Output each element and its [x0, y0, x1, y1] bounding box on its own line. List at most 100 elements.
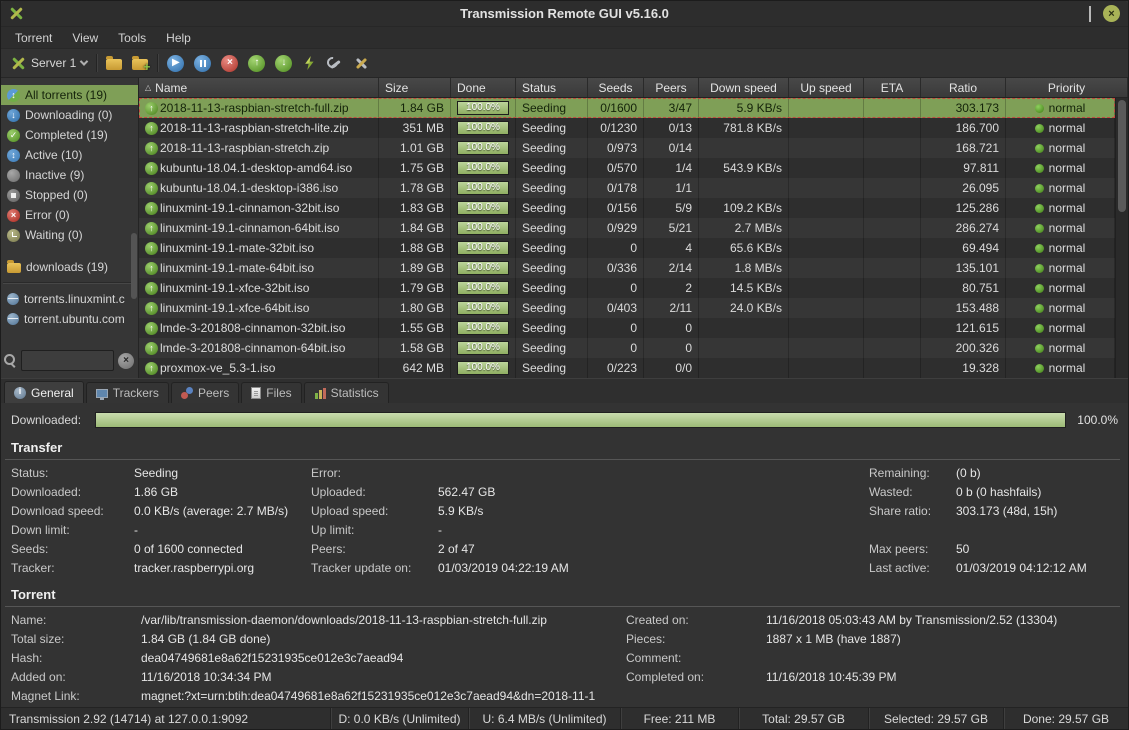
add-torrent-button[interactable]	[101, 51, 127, 75]
column-header-eta[interactable]: ETA	[864, 78, 921, 97]
priority-dot-icon	[1034, 123, 1044, 133]
column-header-seeds[interactable]: Seeds	[588, 78, 644, 97]
move-up-button[interactable]: ↑	[243, 51, 270, 75]
torrent-row[interactable]: ↑ 2018-11-13-raspbian-stretch-lite.zip 351…	[139, 118, 1115, 138]
torrent-row[interactable]: ↑ kubuntu-18.04.1-desktop-amd64.iso 1.75 G…	[139, 158, 1115, 178]
tab-files[interactable]: Files	[241, 382, 302, 403]
main-area: ↕ All torrents (19) ↓ Downloading (0) ✓ Compl…	[1, 78, 1128, 378]
tab-trackers[interactable]: Trackers	[85, 382, 169, 403]
alt-speed-button[interactable]	[297, 51, 321, 75]
restore-button[interactable]	[1089, 5, 1091, 22]
sidebar-tracker-item[interactable]: torrent.ubuntu.com	[1, 309, 138, 329]
column-header-status[interactable]: Status	[516, 78, 588, 97]
column-header-priority[interactable]: Priority	[1006, 78, 1128, 97]
clear-search-button[interactable]: ×	[118, 352, 134, 369]
sidebar-filter-completed[interactable]: ✓ Completed (19)	[1, 125, 138, 145]
sidebar-scrollbar-thumb[interactable]	[131, 233, 137, 299]
column-header-ratio[interactable]: Ratio	[921, 78, 1006, 97]
cell-done: 100.0%	[451, 298, 516, 318]
sidebar-filter-error[interactable]: × Error (0)	[1, 205, 138, 225]
pause-torrent-button[interactable]	[189, 51, 216, 75]
cell-size: 1.83 GB	[379, 198, 451, 218]
done-percent: 100.0%	[466, 142, 500, 153]
field-value[interactable]: magnet:?xt=urn:btih:dea04749681e8a62f152…	[141, 689, 1128, 703]
remove-torrent-button[interactable]: ×	[216, 51, 243, 75]
torrent-row[interactable]: ↑ linuxmint-19.1-mate-64bit.iso 1.89 GB 100…	[139, 258, 1115, 278]
torrent-name: 2018-11-13-raspbian-stretch-lite.zip	[160, 121, 349, 135]
torrent-row[interactable]: ↑ kubuntu-18.04.1-desktop-i386.iso 1.78 GB…	[139, 178, 1115, 198]
title-bar[interactable]: Transmission Remote GUI v5.16.0 ×	[1, 1, 1128, 27]
priority-label: normal	[1048, 241, 1086, 255]
menu-item-view[interactable]: View	[62, 29, 108, 47]
error-icon: ×	[7, 208, 20, 222]
tab-peers[interactable]: Peers	[170, 382, 240, 403]
field-value: Seeding	[134, 465, 179, 480]
field-value: 11/16/2018 05:03:43 AM by Transmission/2…	[766, 612, 1058, 627]
tab-label: Trackers	[112, 386, 159, 400]
cell-ratio: 69.494	[921, 238, 1006, 258]
torrent-row[interactable]: ↑ linuxmint-19.1-mate-32bit.iso 1.88 GB 100…	[139, 238, 1115, 258]
torrent-row[interactable]: ↑ linuxmint-19.1-cinnamon-64bit.iso 1.84 G…	[139, 218, 1115, 238]
table-header: △ Name Size Done Status Seeds Peers Down speed U…	[139, 78, 1128, 98]
start-torrent-button[interactable]: ▶	[162, 51, 189, 75]
sidebar-folder-downloads[interactable]: downloads (19)	[1, 257, 138, 277]
sidebar-filter-inactive[interactable]: Inactive (9)	[1, 165, 138, 185]
column-header-name[interactable]: △ Name	[139, 78, 379, 97]
tab-general[interactable]: General	[4, 381, 84, 403]
column-header-done[interactable]: Done	[451, 78, 516, 97]
sidebar-filter-downloading[interactable]: ↓ Downloading (0)	[1, 105, 138, 125]
torrent-row[interactable]: ↑ proxmox-ve_5.3-1.iso 642 MB 100.0% Seeding…	[139, 358, 1115, 378]
peers-tab-icon	[180, 387, 193, 399]
cell-status: Seeding	[516, 298, 588, 318]
seeds-value: 0/929	[606, 221, 637, 235]
table-scrollbar[interactable]	[1115, 98, 1128, 378]
column-header-peers[interactable]: Peers	[644, 78, 699, 97]
sidebar-filter-waiting[interactable]: Waiting (0)	[1, 225, 138, 245]
cell-ratio: 80.751	[921, 278, 1006, 298]
torrent-row[interactable]: ↑ 2018-11-13-raspbian-stretch.zip 1.01 GB 1…	[139, 138, 1115, 158]
sidebar: ↕ All torrents (19) ↓ Downloading (0) ✓ Compl…	[1, 78, 139, 378]
field-value: 11/16/2018 10:45:39 PM	[766, 669, 897, 684]
dspeed-value: 2.7 MB/s	[734, 221, 782, 235]
column-header-uspeed[interactable]: Up speed	[789, 78, 864, 97]
search-input[interactable]	[21, 350, 114, 371]
server-label: Server 1	[31, 56, 77, 70]
close-button[interactable]: ×	[1103, 5, 1120, 22]
cell-peers: 3/47	[644, 98, 699, 118]
torrent-row[interactable]: ↑ lmde-3-201808-cinnamon-32bit.iso 1.55 GB…	[139, 318, 1115, 338]
torrent-row[interactable]: ↑ linuxmint-19.1-xfce-64bit.iso 1.80 GB 100…	[139, 298, 1115, 318]
status-value: Seeding	[522, 261, 567, 275]
field-label: Wasted:	[869, 484, 913, 499]
server-selector[interactable]: Server 1	[6, 51, 92, 75]
torrent-row[interactable]: ↑ lmde-3-201808-cinnamon-64bit.iso 1.58 GB…	[139, 338, 1115, 358]
sidebar-tracker-item[interactable]: torrents.linuxmint.c	[1, 289, 138, 309]
column-header-dspeed[interactable]: Down speed	[699, 78, 789, 97]
status-value: Seeding	[522, 241, 567, 255]
sidebar-filter-active[interactable]: ↕ Active (10)	[1, 145, 138, 165]
torrent-rows: Name: /var/lib/transmission-daemon/downlo…	[1, 610, 1128, 705]
statistics-tab-icon	[313, 387, 326, 399]
cell-peers: 2	[644, 278, 699, 298]
table-scrollbar-thumb[interactable]	[1118, 100, 1126, 212]
daemon-options-button[interactable]	[321, 51, 348, 75]
cell-status: Seeding	[516, 318, 588, 338]
torrent-row[interactable]: ↑ 2018-11-13-raspbian-stretch-full.zip 1.8…	[139, 98, 1115, 118]
torrent-row[interactable]: ↑ linuxmint-19.1-xfce-32bit.iso 1.79 GB 100…	[139, 278, 1115, 298]
sidebar-filter-stopped[interactable]: Stopped (0)	[1, 185, 138, 205]
sidebar-filter-all[interactable]: ↕ All torrents (19)	[1, 85, 138, 105]
cell-status: Seeding	[516, 338, 588, 358]
menu-item-tools[interactable]: Tools	[108, 29, 156, 47]
move-down-button[interactable]: ↓	[270, 51, 297, 75]
menu-item-help[interactable]: Help	[156, 29, 201, 47]
cell-size: 1.79 GB	[379, 278, 451, 298]
tab-statistics[interactable]: Statistics	[303, 382, 389, 403]
cell-ratio: 125.286	[921, 198, 1006, 218]
cell-dspeed: 543.9 KB/s	[699, 158, 789, 178]
add-torrent-url-button[interactable]	[127, 51, 153, 75]
column-header-size[interactable]: Size	[379, 78, 451, 97]
torrent-row[interactable]: ↑ linuxmint-19.1-cinnamon-32bit.iso 1.83 G…	[139, 198, 1115, 218]
app-options-button[interactable]	[348, 51, 375, 75]
toolbar-separator	[157, 54, 159, 72]
menu-item-torrent[interactable]: Torrent	[5, 29, 62, 47]
ratio-value: 121.615	[955, 321, 999, 335]
